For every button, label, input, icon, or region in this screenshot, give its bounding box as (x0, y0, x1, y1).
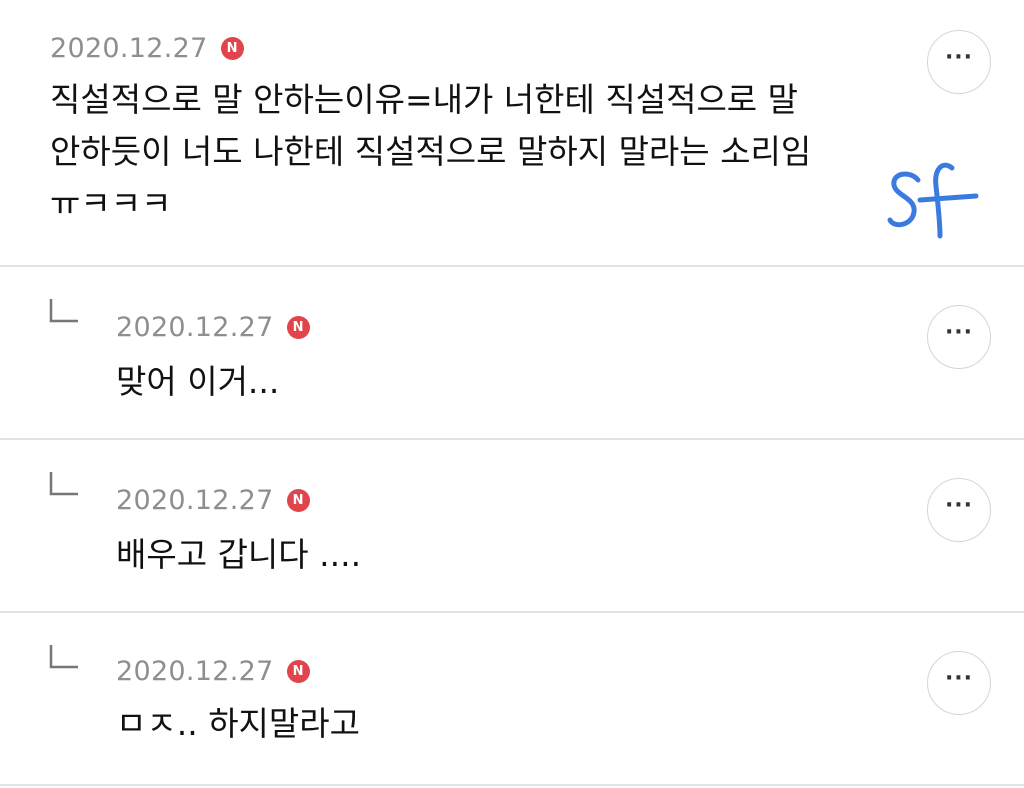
comment-date: 2020.12.27 (116, 312, 274, 343)
more-options-button[interactable]: ··· (927, 651, 991, 715)
comment-date: 2020.12.27 (50, 33, 208, 64)
new-badge: N (286, 316, 310, 339)
new-badge: N (220, 37, 244, 60)
comment-meta: 2020.12.27 N (50, 33, 244, 64)
more-options-button[interactable]: ··· (927, 478, 991, 542)
more-options-button[interactable]: ··· (927, 30, 991, 94)
comment-meta: 2020.12.27 N (116, 485, 310, 516)
new-badge: N (286, 660, 310, 683)
comment-meta: 2020.12.27 N (116, 656, 310, 687)
reply-item: 2020.12.27 N 맞어 이거... ··· (0, 267, 1024, 440)
comment-item: 2020.12.27 N 직설적으로 말 안하는이유=내가 너한테 직설적으로 … (0, 0, 1024, 267)
more-icon: ··· (944, 320, 974, 345)
more-icon: ··· (944, 45, 974, 70)
comment-meta: 2020.12.27 N (116, 312, 310, 343)
comment-text: 맞어 이거... (116, 362, 280, 401)
reply-arrow-icon (49, 645, 78, 669)
comment-text: 직설적으로 말 안하는이유=내가 너한테 직설적으로 말 안하듯이 너도 나한테… (50, 80, 812, 223)
comment-date: 2020.12.27 (116, 656, 274, 687)
more-icon: ··· (944, 666, 974, 691)
reply-item: 2020.12.27 N ㅁㅈ.. 하지말라고 ··· (0, 613, 1024, 786)
reply-arrow-icon (49, 299, 78, 323)
comment-date: 2020.12.27 (116, 485, 274, 516)
more-options-button[interactable]: ··· (927, 305, 991, 369)
more-icon: ··· (944, 493, 974, 518)
new-badge: N (286, 489, 310, 512)
reply-item: 2020.12.27 N 배우고 갑니다 .... ··· (0, 440, 1024, 613)
reply-arrow-icon (49, 472, 78, 496)
comment-text: 배우고 갑니다 .... (116, 535, 362, 574)
handwritten-signature (887, 162, 979, 239)
comment-text: ㅁㅈ.. 하지말라고 (116, 704, 360, 743)
